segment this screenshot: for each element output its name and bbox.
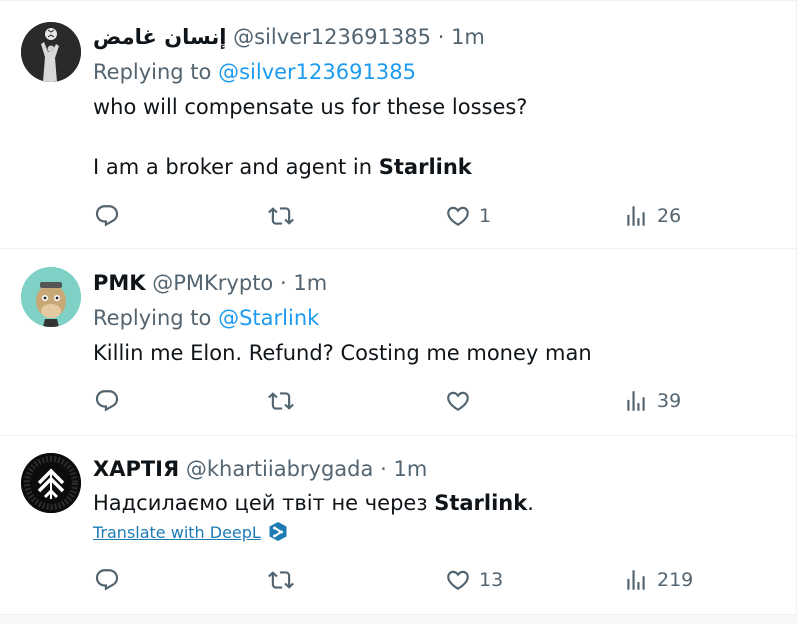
tweet-3[interactable]: ХАРТІЯ @khartiiabrygada · 1m Надсилаємо …	[0, 436, 797, 615]
reply-icon	[95, 205, 119, 227]
handle[interactable]: @silver123691385	[233, 25, 431, 49]
reply-icon	[95, 390, 119, 412]
replying-to-link[interactable]: @silver123691385	[218, 60, 416, 84]
tweet-text-line: who will compensate us for these losses?	[93, 95, 528, 119]
retweet-button[interactable]	[268, 565, 294, 595]
like-button[interactable]: 13	[445, 565, 503, 595]
reply-button[interactable]	[94, 565, 120, 595]
separator: ·	[380, 457, 387, 481]
views-chart-icon	[627, 391, 645, 411]
views-button[interactable]: 26	[623, 201, 681, 231]
views-button[interactable]: 219	[623, 565, 693, 595]
deepl-icon	[269, 522, 287, 541]
tweet-text-line: I am a broker and agent in Starlink	[93, 154, 472, 180]
like-button[interactable]: 1	[445, 201, 491, 231]
action-bar: 39	[93, 386, 693, 416]
retweet-button[interactable]	[268, 386, 294, 416]
replying-prefix: Replying to	[93, 306, 212, 330]
tweet-header: ХАРТІЯ @khartiiabrygada · 1m	[93, 456, 427, 482]
reply-button[interactable]	[94, 386, 120, 416]
replying-to-link[interactable]: @Starlink	[218, 306, 319, 330]
display-name[interactable]: PMK	[93, 271, 146, 295]
reply-icon	[95, 569, 119, 591]
timestamp[interactable]: 1m	[393, 457, 427, 481]
avatar[interactable]	[21, 453, 81, 513]
like-button[interactable]	[445, 386, 479, 416]
views-count: 39	[657, 390, 682, 412]
tweet-header: PMK @PMKrypto · 1m	[93, 270, 327, 296]
soccer-player-avatar-icon	[21, 22, 81, 82]
translate-label: Translate with DeepL	[93, 522, 261, 542]
khartiia-emblem-avatar-icon	[21, 453, 81, 513]
action-bar: 13 219	[93, 565, 693, 595]
tweet-text-line: Killin me Elon. Refund? Costing me money…	[93, 341, 592, 365]
heart-icon	[447, 391, 469, 411]
reply-button[interactable]	[94, 201, 120, 231]
retweet-icon	[268, 571, 294, 589]
heart-icon	[447, 206, 469, 226]
avatar[interactable]	[21, 267, 81, 327]
tweet-text: Надсилаємо цей твіт не через	[93, 491, 435, 515]
separator: ·	[279, 271, 287, 295]
tweet-text-suffix: .	[527, 491, 534, 515]
tweet-text: I am a broker and agent in	[93, 155, 379, 179]
replying-prefix: Replying to	[93, 60, 212, 84]
tweet-1[interactable]: إنسان غامض @silver123691385 · 1m Replyin…	[0, 0, 797, 249]
translate-deepl-link[interactable]: Translate with DeepL	[93, 521, 288, 543]
tweet-header: إنسان غامض @silver123691385 · 1m	[93, 24, 485, 50]
tweet-text-line: Надсилаємо цей твіт не через Starlink.	[93, 490, 534, 516]
views-chart-icon	[627, 206, 645, 226]
handle[interactable]: @khartiiabrygada	[186, 457, 374, 481]
retweet-icon	[268, 207, 294, 225]
tweet-text-bold: Starlink	[378, 155, 472, 179]
heart-icon	[447, 570, 469, 590]
timestamp[interactable]: 1m	[293, 271, 327, 295]
ape-nft-avatar-icon	[21, 267, 81, 327]
views-button[interactable]: 39	[623, 386, 681, 416]
retweet-icon	[268, 392, 294, 410]
timestamp[interactable]: 1m	[451, 25, 485, 49]
like-count: 1	[479, 205, 492, 227]
handle[interactable]: @PMKrypto	[152, 271, 273, 295]
feed-bottom-divider	[0, 615, 798, 624]
display-name[interactable]: ХАРТІЯ	[93, 457, 179, 481]
replying-to: Replying to @Starlink	[93, 305, 319, 331]
views-count: 219	[657, 569, 694, 591]
like-count: 13	[479, 569, 504, 591]
views-chart-icon	[627, 570, 645, 590]
retweet-button[interactable]	[268, 201, 294, 231]
action-bar: 1 26	[93, 201, 693, 231]
replying-to: Replying to @silver123691385	[93, 59, 416, 85]
tweet-text-bold: Starlink	[434, 491, 528, 515]
display-name[interactable]: إنسان غامض	[93, 25, 226, 49]
separator: ·	[437, 25, 445, 49]
views-count: 26	[657, 205, 682, 227]
avatar[interactable]	[21, 22, 81, 82]
tweet-2[interactable]: PMK @PMKrypto · 1m Replying to @Starlink…	[0, 249, 797, 436]
